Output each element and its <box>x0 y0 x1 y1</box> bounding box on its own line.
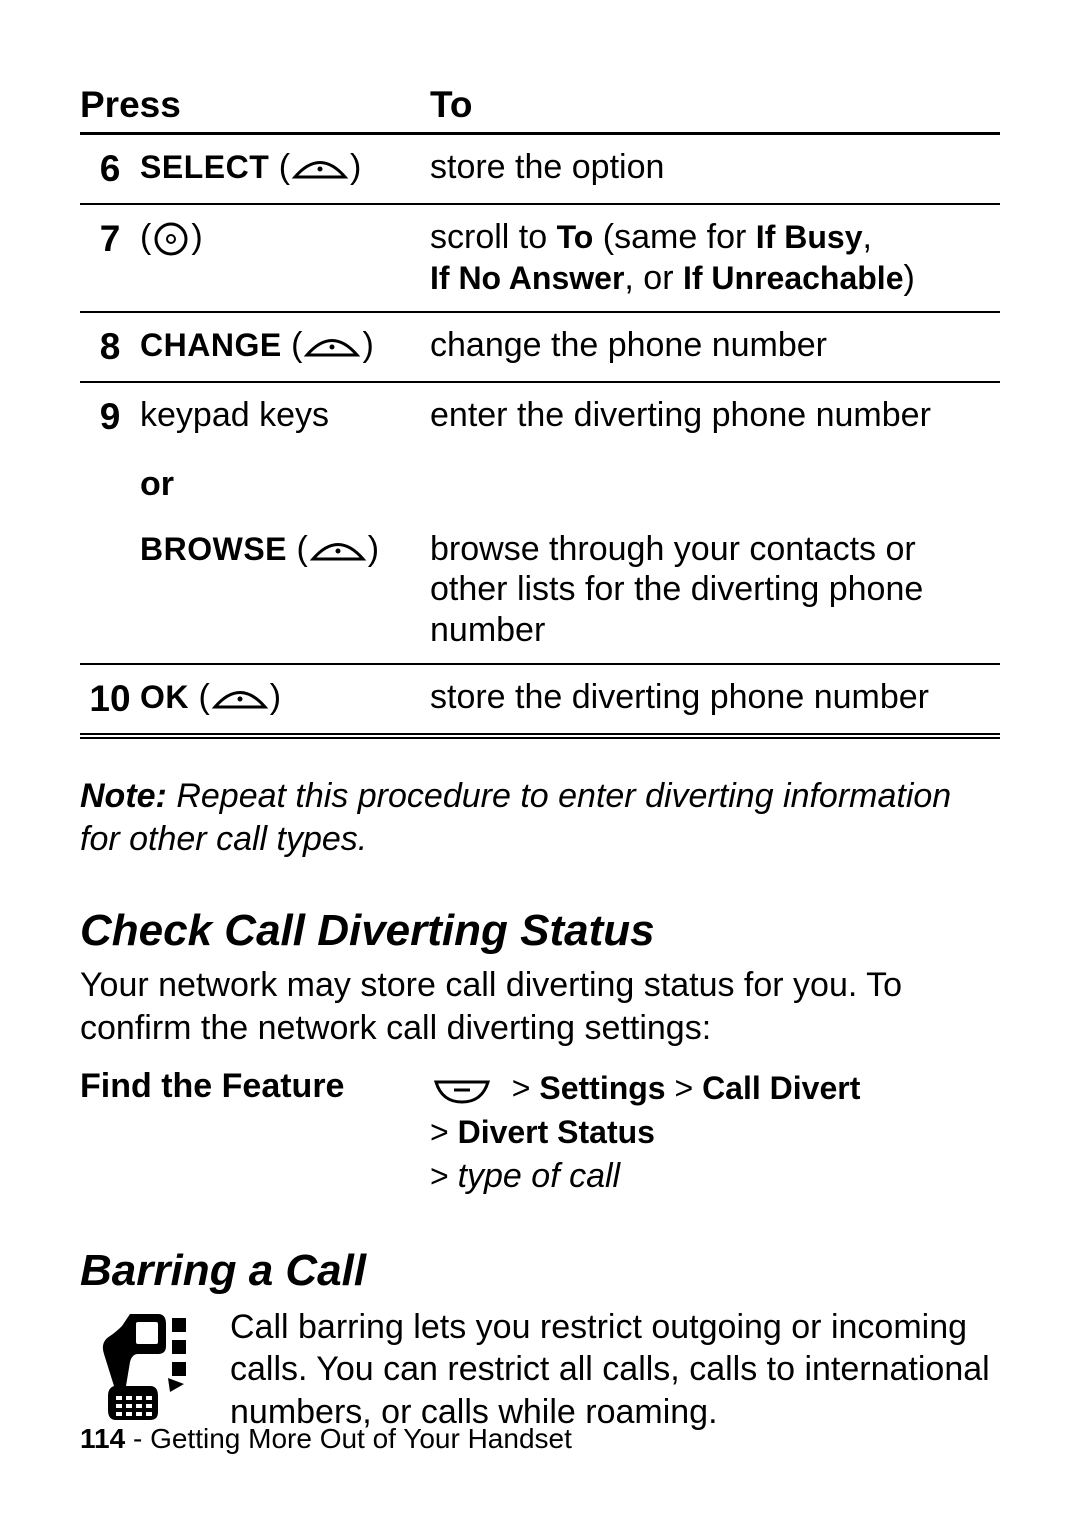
table-row: 6 SELECT ( ) store the option <box>80 134 1000 205</box>
table-row: 8 CHANGE ( ) change the phone number <box>80 312 1000 382</box>
softkey-label: SELECT <box>140 149 269 185</box>
step-number: 6 <box>80 134 140 205</box>
press-cell: keypad keys <box>140 382 430 451</box>
table-row: 9 keypad keys enter the diverting phone … <box>80 382 1000 451</box>
to-cell: store the option <box>430 134 1000 205</box>
col-to-header: To <box>430 80 1000 134</box>
barring-paragraph: Call barring lets you restrict outgoing … <box>230 1306 1000 1434</box>
press-cell: or <box>140 452 430 517</box>
to-cell: change the phone number <box>430 312 1000 382</box>
network-feature-icon <box>80 1306 230 1434</box>
softkey-label: OK <box>140 679 189 715</box>
step-number: 7 <box>80 204 140 312</box>
note-lead: Note: <box>80 777 167 815</box>
section-heading-barring: Barring a Call <box>80 1246 1000 1296</box>
softkey-label: CHANGE <box>140 327 282 363</box>
col-press-header: Press <box>80 80 430 134</box>
press-cell: OK ( ) <box>140 664 430 736</box>
table-row: 10 OK ( ) store the diverting phone numb… <box>80 664 1000 736</box>
press-cell: ( ) <box>140 204 430 312</box>
menu-path: > Settings > Call Divert > Divert Status… <box>430 1067 860 1199</box>
press-to-table: Press To 6 SELECT ( ) store the option 7 <box>80 80 1000 739</box>
to-cell: scroll to To (same for If Busy, If No An… <box>430 204 1000 312</box>
step-number: 10 <box>80 664 140 736</box>
softkey-icon <box>290 154 350 184</box>
press-cell: BROWSE ( ) <box>140 517 430 664</box>
table-row: 7 ( ) scroll to To (same for If Busy, If… <box>80 204 1000 312</box>
table-row: or <box>80 452 1000 517</box>
chapter-name: Getting More Out of Your Handset <box>150 1423 572 1454</box>
check-status-paragraph: Your network may store call diverting st… <box>80 964 1000 1049</box>
press-cell: CHANGE ( ) <box>140 312 430 382</box>
menu-key-icon <box>430 1076 494 1106</box>
to-cell: store the diverting phone number <box>430 664 1000 736</box>
softkey-label: BROWSE <box>140 531 287 567</box>
to-cell: browse through your contacts or other li… <box>430 517 1000 664</box>
press-cell: SELECT ( ) <box>140 134 430 205</box>
find-the-feature: Find the Feature > Settings > Call Diver… <box>80 1067 1000 1199</box>
page-number: 114 <box>80 1423 125 1454</box>
softkey-icon <box>308 536 368 566</box>
note-paragraph: Note: Repeat this procedure to enter div… <box>80 775 1000 860</box>
softkey-icon <box>302 332 362 362</box>
manual-page: Press To 6 SELECT ( ) store the option 7 <box>0 0 1080 1525</box>
page-footer: 114 - Getting More Out of Your Handset <box>80 1423 572 1455</box>
softkey-icon <box>210 684 270 714</box>
step-number: 8 <box>80 312 140 382</box>
find-the-feature-label: Find the Feature <box>80 1067 430 1199</box>
step-number: 9 <box>80 382 140 451</box>
section-heading-check-status: Check Call Diverting Status <box>80 906 1000 956</box>
table-row: BROWSE ( ) browse through your contacts … <box>80 517 1000 664</box>
barring-block: Call barring lets you restrict outgoing … <box>80 1306 1000 1434</box>
note-text: Repeat this procedure to enter diverting… <box>80 777 951 858</box>
nav-ring-icon <box>151 219 191 259</box>
to-cell: enter the diverting phone number <box>430 382 1000 451</box>
